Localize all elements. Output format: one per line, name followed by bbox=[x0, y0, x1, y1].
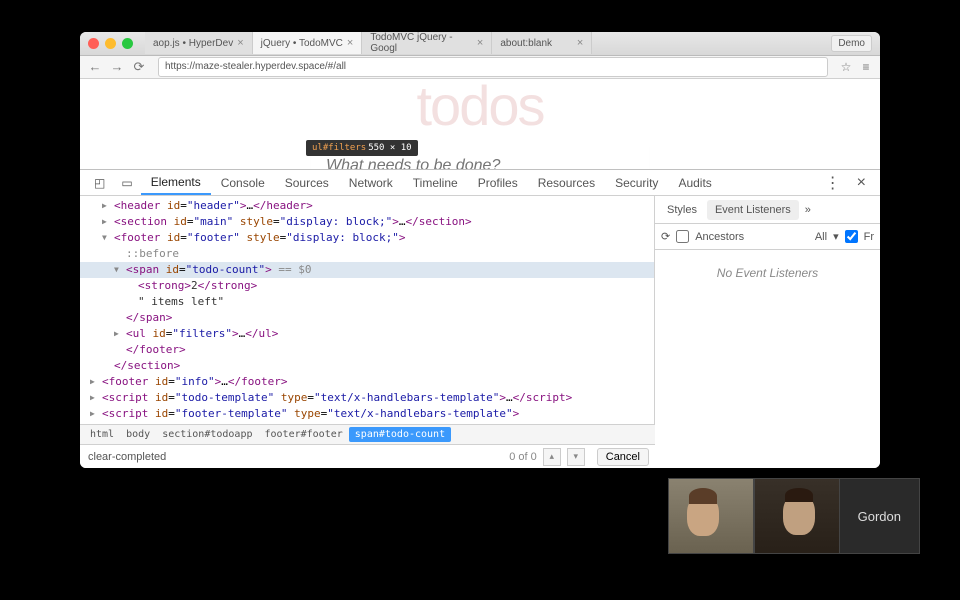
device-icon[interactable]: ▭ bbox=[113, 176, 140, 190]
search-count: 0 of 0 bbox=[509, 451, 537, 463]
forward-button[interactable]: → bbox=[108, 58, 126, 76]
tab-network[interactable]: Network bbox=[339, 170, 403, 195]
tooltip-dims: 550 × 10 bbox=[368, 143, 411, 153]
tree-node[interactable]: </span> bbox=[80, 310, 654, 326]
close-window-icon[interactable] bbox=[88, 38, 99, 49]
devtools: ◰ ▭ Elements Console Sources Network Tim… bbox=[80, 169, 880, 468]
tab-hyperdev[interactable]: aop.js • HyperDev × bbox=[145, 32, 253, 54]
tab-todomvc[interactable]: jQuery • TodoMVC × bbox=[253, 32, 363, 54]
page-content: todos ul#filters 550 × 10 bbox=[80, 79, 880, 169]
search-next-button[interactable]: ▾ bbox=[567, 448, 585, 466]
video-participant[interactable] bbox=[754, 478, 840, 554]
tab-sources[interactable]: Sources bbox=[275, 170, 339, 195]
tab-profiles[interactable]: Profiles bbox=[468, 170, 528, 195]
breadcrumb-item-active[interactable]: span#todo-count bbox=[349, 427, 451, 442]
close-icon[interactable]: × bbox=[347, 37, 353, 49]
tree-node[interactable]: <strong>2</strong> bbox=[80, 278, 654, 294]
chevron-right-icon[interactable]: » bbox=[801, 204, 815, 216]
browser-window: aop.js • HyperDev × jQuery • TodoMVC × Tod… bbox=[80, 32, 880, 468]
tab-styles[interactable]: Styles bbox=[659, 200, 705, 220]
close-icon[interactable]: × bbox=[237, 37, 243, 49]
fr-label: Fr bbox=[864, 231, 874, 243]
tree-node[interactable]: ::before bbox=[80, 246, 654, 262]
tree-node[interactable]: <section id="main" style="display: block… bbox=[80, 214, 654, 230]
sidebar-toolbar: ⟳ Ancestors All ▾ Fr bbox=[655, 224, 880, 250]
breadcrumb-item[interactable]: html bbox=[84, 427, 120, 442]
filter-select[interactable]: All bbox=[815, 231, 827, 243]
tab-resources[interactable]: Resources bbox=[528, 170, 605, 195]
tree-node[interactable]: </footer> bbox=[80, 342, 654, 358]
breadcrumb-item[interactable]: section#todoapp bbox=[156, 427, 258, 442]
ancestors-label: Ancestors bbox=[695, 231, 744, 243]
more-icon[interactable]: ⋮ bbox=[817, 173, 849, 193]
video-overlay: Gordon bbox=[668, 478, 920, 554]
participant-name: Gordon bbox=[840, 478, 920, 554]
url-text: https://maze-stealer.hyperdev.space/#/al… bbox=[165, 61, 346, 72]
tree-node[interactable]: <header id="header">…</header> bbox=[80, 198, 654, 214]
tab-google[interactable]: TodoMVC jQuery - Googl × bbox=[362, 32, 492, 54]
video-participant[interactable] bbox=[668, 478, 754, 554]
tree-node[interactable]: <footer id="info">…</footer> bbox=[80, 374, 654, 390]
minimize-window-icon[interactable] bbox=[105, 38, 116, 49]
tab-audits[interactable]: Audits bbox=[668, 170, 721, 195]
tab-event-listeners[interactable]: Event Listeners bbox=[707, 200, 799, 220]
tab-label: about:blank bbox=[500, 38, 552, 49]
tree-node[interactable]: <footer id="footer" style="display: bloc… bbox=[80, 230, 654, 246]
reload-button[interactable]: ⟳ bbox=[130, 58, 148, 76]
devtools-sidebar: Styles Event Listeners » ⟳ Ancestors All… bbox=[655, 196, 880, 468]
devtools-body: <header id="header">…</header> <section … bbox=[80, 196, 880, 468]
breadcrumb: html body section#todoapp footer#footer … bbox=[80, 424, 655, 444]
refresh-icon[interactable]: ⟳ bbox=[661, 230, 670, 243]
tree-node[interactable]: <ul id="filters">…</ul> bbox=[80, 326, 654, 342]
titlebar: aop.js • HyperDev × jQuery • TodoMVC × Tod… bbox=[80, 32, 880, 56]
breadcrumb-item[interactable]: footer#footer bbox=[259, 427, 349, 442]
inspect-tooltip: ul#filters 550 × 10 bbox=[306, 140, 418, 156]
bookmark-icon[interactable]: ☆ bbox=[838, 59, 854, 75]
tree-node-selected[interactable]: <span id="todo-count"> == $0 bbox=[80, 262, 654, 278]
search-bar: 0 of 0 ▴ ▾ Cancel bbox=[80, 444, 655, 468]
traffic-lights bbox=[88, 38, 133, 49]
chevron-down-icon[interactable]: ▾ bbox=[833, 230, 839, 243]
sidebar-tabs: Styles Event Listeners » bbox=[655, 196, 880, 224]
ancestors-checkbox[interactable] bbox=[676, 230, 689, 243]
tab-label: jQuery • TodoMVC bbox=[261, 38, 343, 49]
fr-checkbox[interactable] bbox=[845, 230, 858, 243]
tree-node[interactable]: </section> bbox=[80, 358, 654, 374]
tab-label: TodoMVC jQuery - Googl bbox=[370, 32, 473, 54]
tree-node[interactable]: <script id="todo-template" type="text/x-… bbox=[80, 390, 654, 406]
tree-node[interactable]: <script id="footer-template" type="text/… bbox=[80, 406, 654, 422]
elements-panel: <header id="header">…</header> <section … bbox=[80, 196, 655, 468]
browser-toolbar: ← → ⟳ https://maze-stealer.hyperdev.spac… bbox=[80, 56, 880, 80]
back-button[interactable]: ← bbox=[86, 58, 104, 76]
close-icon[interactable]: × bbox=[849, 174, 874, 192]
search-prev-button[interactable]: ▴ bbox=[543, 448, 561, 466]
demo-badge: Demo bbox=[831, 35, 872, 52]
devtools-tabs: ◰ ▭ Elements Console Sources Network Tim… bbox=[80, 170, 880, 196]
tab-security[interactable]: Security bbox=[605, 170, 668, 195]
tab-timeline[interactable]: Timeline bbox=[403, 170, 468, 195]
dom-tree[interactable]: <header id="header">…</header> <section … bbox=[80, 196, 655, 424]
cancel-button[interactable]: Cancel bbox=[597, 448, 649, 466]
close-icon[interactable]: × bbox=[577, 37, 583, 49]
close-icon[interactable]: × bbox=[477, 37, 483, 49]
search-input[interactable] bbox=[86, 449, 503, 465]
page-title: todos bbox=[80, 79, 880, 138]
url-bar[interactable]: https://maze-stealer.hyperdev.space/#/al… bbox=[158, 57, 828, 77]
sidebar-empty: No Event Listeners bbox=[655, 250, 880, 468]
inspect-icon[interactable]: ◰ bbox=[86, 176, 113, 190]
tooltip-selector: ul#filters bbox=[312, 143, 366, 153]
tab-elements[interactable]: Elements bbox=[141, 170, 211, 195]
menu-icon[interactable]: ≡ bbox=[858, 59, 874, 75]
tab-blank[interactable]: about:blank × bbox=[492, 32, 592, 54]
tab-console[interactable]: Console bbox=[211, 170, 275, 195]
tree-node[interactable]: " items left" bbox=[80, 294, 654, 310]
tab-label: aop.js • HyperDev bbox=[153, 38, 233, 49]
browser-tabs: aop.js • HyperDev × jQuery • TodoMVC × Tod… bbox=[145, 32, 872, 54]
breadcrumb-item[interactable]: body bbox=[120, 427, 156, 442]
maximize-window-icon[interactable] bbox=[122, 38, 133, 49]
